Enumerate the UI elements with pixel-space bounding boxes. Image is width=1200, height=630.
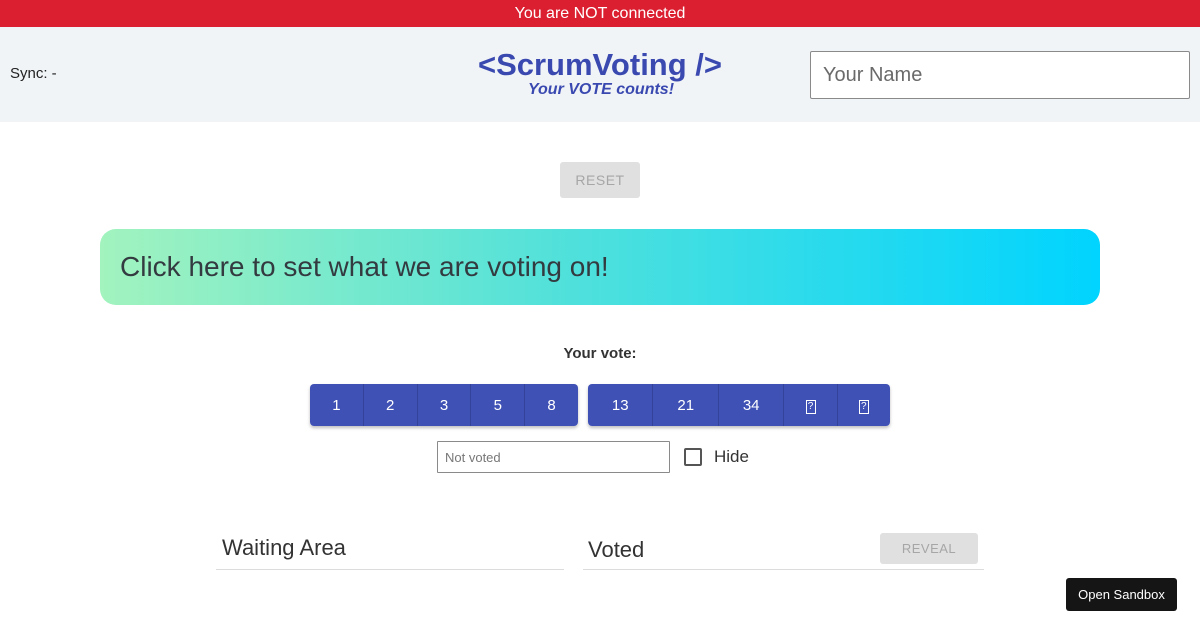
vote-option-unknown-b[interactable]: ?: [837, 384, 890, 426]
reveal-button[interactable]: REVEAL: [880, 533, 978, 564]
vote-option-8[interactable]: 8: [525, 384, 578, 426]
question-box-icon: ?: [858, 400, 869, 414]
voted-area-title: Voted: [588, 537, 645, 562]
waiting-area-title: Waiting Area: [222, 535, 346, 560]
vote-option-3[interactable]: 3: [417, 384, 472, 426]
vote-option-2[interactable]: 2: [363, 384, 418, 426]
waiting-area-divider: [216, 569, 564, 570]
voting-topic-banner[interactable]: Click here to set what we are voting on!: [100, 229, 1100, 305]
vote-option-13[interactable]: 13: [588, 384, 654, 426]
open-sandbox-button[interactable]: Open Sandbox: [1066, 578, 1177, 611]
your-vote-label: Your vote:: [563, 345, 637, 362]
header: Sync: - <ScrumVoting /> Your VOTE counts…: [0, 27, 1200, 122]
voted-area-divider: [583, 569, 984, 570]
vote-options-primary: 1 2 3 5 8: [310, 384, 578, 426]
connection-status-bar: You are NOT connected: [0, 0, 1200, 27]
vote-option-unknown-a[interactable]: ?: [784, 384, 838, 426]
hide-label: Hide: [714, 447, 749, 466]
connection-status-text: You are NOT connected: [514, 5, 686, 22]
vote-options-secondary: 13 21 34 ? ?: [588, 384, 890, 426]
voting-topic-text: Click here to set what we are voting on!: [120, 251, 609, 282]
vote-value-field[interactable]: [437, 441, 670, 473]
vote-option-21[interactable]: 21: [653, 384, 719, 426]
vote-option-5[interactable]: 5: [471, 384, 526, 426]
hide-checkbox[interactable]: [684, 448, 702, 466]
question-box-icon: ?: [805, 400, 816, 414]
reset-button[interactable]: RESET: [560, 162, 640, 198]
name-input[interactable]: [810, 51, 1190, 99]
vote-option-1[interactable]: 1: [310, 384, 364, 426]
vote-option-34[interactable]: 34: [718, 384, 785, 426]
